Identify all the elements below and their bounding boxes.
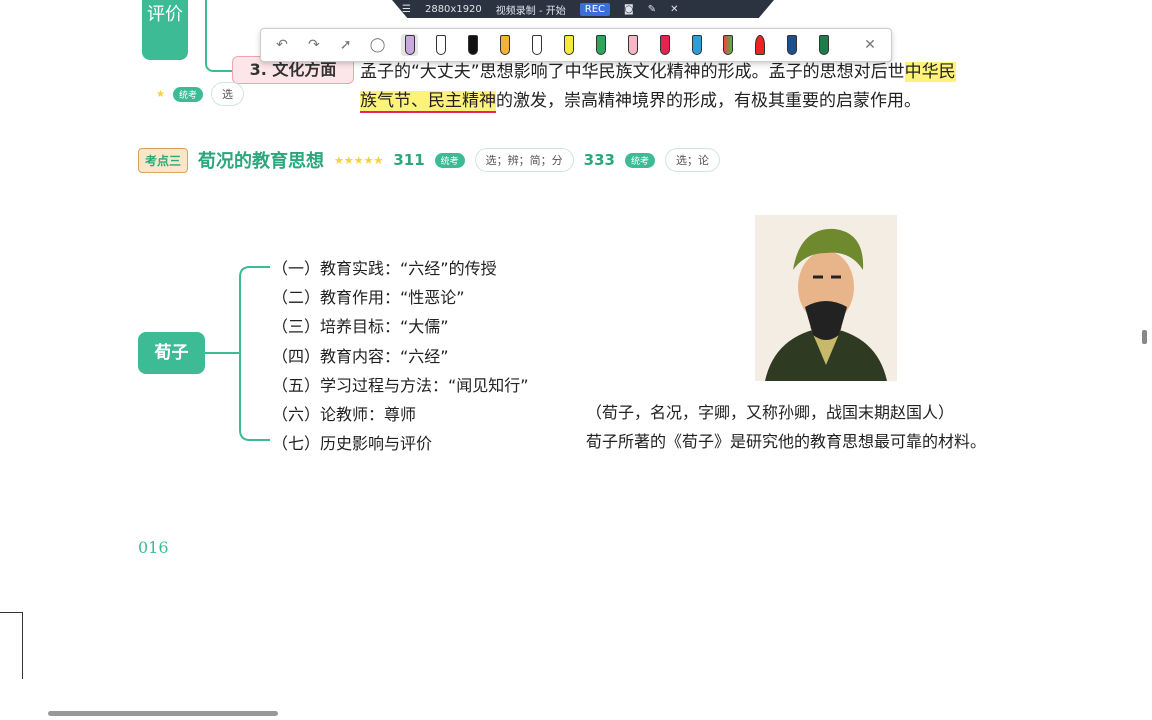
question-type-pill: 选；论 xyxy=(664,148,720,172)
star-icon: ★ xyxy=(156,88,165,100)
exam-badge: 统考 xyxy=(434,152,465,168)
pen-white-icon[interactable] xyxy=(528,34,546,56)
highlight: 中华民 xyxy=(904,62,956,82)
vertical-scrollbar[interactable] xyxy=(1142,330,1147,344)
topic-item: （一）教育实践：“六经”的传授 xyxy=(272,259,497,278)
culture-tags: ★ 统考 选 xyxy=(156,82,244,106)
rec-button[interactable]: REC xyxy=(579,2,611,16)
page-number: 016 xyxy=(138,538,169,557)
pen-orange-icon[interactable] xyxy=(496,34,514,56)
pen-gradient-icon[interactable] xyxy=(719,34,737,56)
redo-icon[interactable]: ↷ xyxy=(305,34,323,56)
corner-mark xyxy=(0,612,23,679)
topic-item: （七）历史影响与评价 xyxy=(272,434,433,454)
xunzi-portrait xyxy=(755,215,897,381)
notebook-icon: 考点三 xyxy=(138,147,189,173)
topic-item: （六）论教师：尊师 xyxy=(272,405,417,425)
camera-icon[interactable]: ◙ xyxy=(624,4,634,15)
highlighter-green-icon[interactable] xyxy=(592,34,610,56)
pen-icon[interactable]: ✎ xyxy=(648,4,656,15)
exam-code: 311 xyxy=(393,151,425,169)
horizontal-scrollbar[interactable] xyxy=(48,711,278,716)
pen-black-icon[interactable] xyxy=(464,34,482,56)
pen-red-icon[interactable] xyxy=(656,34,674,56)
recorder-bar: ☰ 2880x1920 视频录制 - 开始 REC ◙ ✎ ✕ xyxy=(392,0,774,18)
highlighter-yellow-icon[interactable] xyxy=(560,34,578,56)
text: 的激发，崇高精神境界的形成，有极其重要的启蒙作用。 xyxy=(496,91,921,111)
annotation-toolbar: ↶ ↷ ➚ ◯ ✕ xyxy=(260,28,892,62)
key-point-header: 考点三 荀况的教育思想 ★★★★★ 311 统考 选；辨；简；分 333 统考 … xyxy=(138,146,720,174)
pen-outline-icon[interactable] xyxy=(432,34,450,56)
highlight-underlined: 族气节、民主精神 xyxy=(360,91,496,113)
text: 孟子的“大丈夫”思想影响了中华民族文化精神的形成。孟子的思想对后世 xyxy=(360,62,905,82)
xunzi-notes: （荀子，名况，字卿，又称孙卿，战国末期赵国人） 荀子所著的《荀子》是研究他的教育… xyxy=(586,398,986,456)
evaluation-node: 评价 xyxy=(142,0,188,60)
exam-badge: 统考 xyxy=(172,86,203,102)
topic-item: （二）教育作用：“性恶论” xyxy=(272,288,465,308)
topic-item: （五）学习过程与方法：“闻见知行” xyxy=(272,375,529,395)
star-rating: ★★★★★ xyxy=(334,153,384,167)
laser-pointer-icon[interactable] xyxy=(751,34,769,56)
lasso-icon[interactable]: ◯ xyxy=(369,34,387,56)
recorder-title: 视频录制 - 开始 xyxy=(495,5,566,17)
topic-item: （三）培养目标：“大儒” xyxy=(272,317,449,337)
undo-icon[interactable]: ↶ xyxy=(273,34,291,56)
exam-code: 333 xyxy=(583,151,615,169)
topic-list: （一）教育实践：“六经”的传授 （二）教育作用：“性恶论” （三）培养目标：“大… xyxy=(272,254,529,458)
pen-darkgreen-icon[interactable] xyxy=(815,34,833,56)
root-node: 荀子 xyxy=(138,332,205,374)
menu-icon[interactable]: ☰ xyxy=(402,4,411,15)
mindmap-branches xyxy=(205,266,270,441)
topic-item: （四）教育内容：“六经” xyxy=(272,346,449,366)
pen-blue-icon[interactable] xyxy=(688,34,706,56)
note-line: 荀子所著的《荀子》是研究他的教育思想最可靠的材料。 xyxy=(586,432,987,452)
note-line: （荀子，名况，字卿，又称孙卿，战国末期赵国人） xyxy=(586,403,955,422)
pointer-icon[interactable]: ➚ xyxy=(337,34,355,56)
resolution: 2880x1920 xyxy=(424,3,482,15)
close-icon[interactable]: ✕ xyxy=(670,4,678,15)
highlighter-pink-icon[interactable] xyxy=(624,34,642,56)
section-title: 荀况的教育思想 xyxy=(198,151,325,172)
close-toolbar-icon[interactable]: ✕ xyxy=(861,34,879,56)
eraser-icon[interactable] xyxy=(400,34,419,56)
pen-navy-icon[interactable] xyxy=(783,34,801,56)
question-type-pill: 选 xyxy=(210,82,244,106)
exam-badge: 统考 xyxy=(624,152,655,168)
culture-paragraph: 孟子的“大丈夫”思想影响了中华民族文化精神的形成。孟子的思想对后世中华民 族气节… xyxy=(360,58,1080,116)
question-type-pill: 选；辨；简；分 xyxy=(474,148,574,172)
